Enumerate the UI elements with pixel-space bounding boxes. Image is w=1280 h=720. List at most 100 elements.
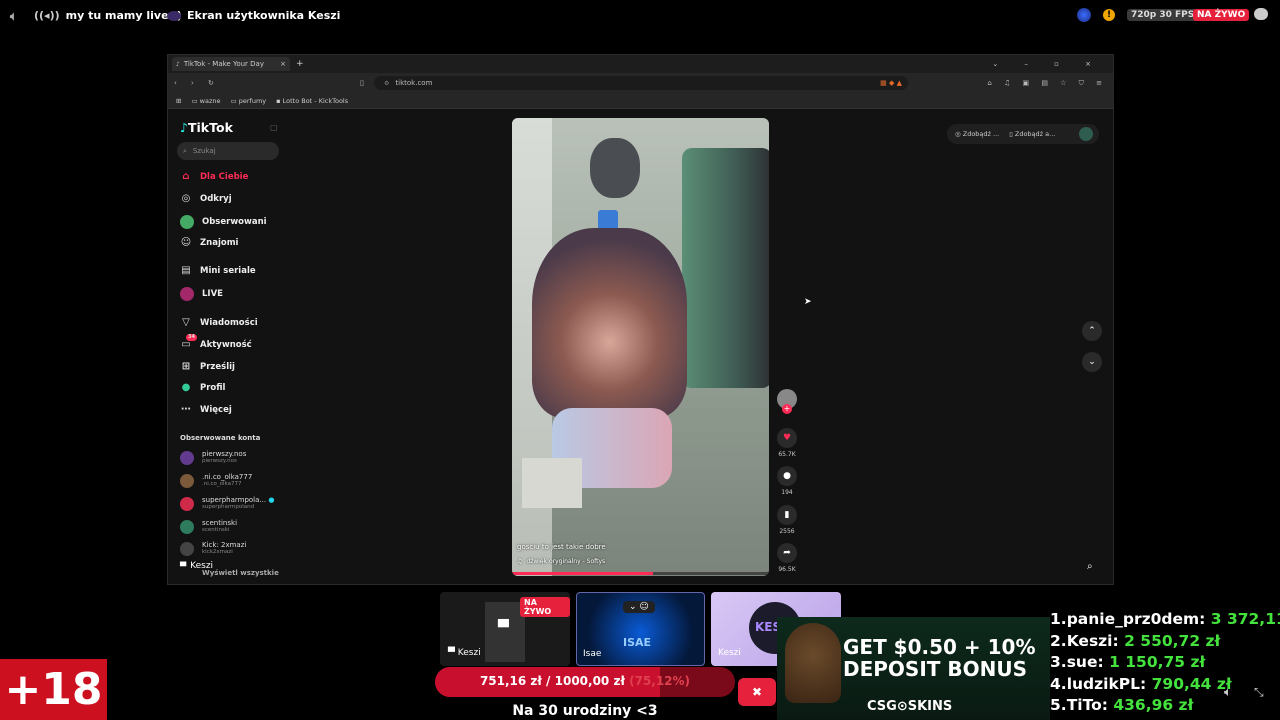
address-field[interactable]: ⚙ tiktok.com ▦ ◆ ▲ bbox=[374, 76, 908, 90]
follow-plus-icon[interactable]: + bbox=[782, 404, 792, 414]
bookmark-folder-2[interactable]: ▭ perfumy bbox=[231, 97, 267, 105]
share-button[interactable]: ➦ 96.5K bbox=[776, 543, 798, 573]
tab-title: TikTok - Make Your Day bbox=[183, 60, 264, 68]
mouse-cursor-icon: ➤ bbox=[804, 297, 812, 307]
video-sound-text: dźwięk oryginalny - Softys bbox=[526, 558, 606, 565]
account-handle: pierwszy.nos bbox=[202, 458, 237, 464]
goal-description: Na 30 urodziny <3 bbox=[512, 703, 658, 719]
followed-account[interactable]: scentinski scentinski bbox=[180, 520, 237, 534]
nav-buttons[interactable]: ‹ › ↻ bbox=[174, 79, 220, 87]
get-coins-button[interactable]: ◎ Zdobądź ... bbox=[955, 130, 999, 138]
bookmark-folder-1[interactable]: ▭ wazne bbox=[191, 97, 220, 105]
shares-count: 96.5K bbox=[778, 566, 796, 573]
comment-icon: ● bbox=[777, 466, 797, 486]
leaderboard-row: 1.panie_prz0dem: 3 372,11 zł bbox=[1050, 610, 1280, 628]
prev-video-button[interactable]: ⌃ bbox=[1082, 321, 1102, 341]
close-tab-icon[interactable]: × bbox=[280, 60, 286, 68]
show-all-link[interactable]: Wyświetl wszystkie bbox=[202, 569, 279, 577]
video-progress-fill bbox=[512, 572, 654, 575]
bookmark-icon: ▮ bbox=[777, 505, 797, 525]
nav-friends[interactable]: ☺ Znajomi bbox=[180, 237, 239, 249]
bookmark-icon[interactable]: ▯ bbox=[360, 79, 364, 87]
donation-goal-bar: 751,16 zł / 1000,00 zł (75,12%) bbox=[435, 667, 735, 697]
apps-icon[interactable]: ⊞ bbox=[176, 97, 181, 105]
nav-activity[interactable]: ▭ 34 Aktywność bbox=[180, 334, 252, 351]
video-progress[interactable] bbox=[512, 572, 769, 575]
account-handle: .ni.co_olka777 bbox=[202, 481, 242, 487]
goal-target: 1000,00 zł bbox=[554, 674, 625, 688]
new-tab-button[interactable]: + bbox=[296, 59, 304, 69]
search-input[interactable]: ⌕ Szukaj bbox=[177, 142, 279, 160]
stream-title-text: my tu mamy live :) bbox=[65, 9, 182, 22]
participant-tile-isae[interactable]: ISAE ⌄ ☺ Isae bbox=[576, 592, 705, 666]
speaker-icon[interactable]: 🔈︎ bbox=[1224, 685, 1232, 700]
next-video-button[interactable]: ⌄ bbox=[1082, 352, 1102, 372]
like-button[interactable]: ♥ 65.7K bbox=[776, 428, 798, 458]
nav-messages[interactable]: ▽ Wiadomości bbox=[180, 317, 258, 329]
home-icon: ⌂ bbox=[182, 171, 190, 182]
nav-explore[interactable]: ◎ Odkryj bbox=[180, 193, 232, 205]
globe-icon bbox=[1077, 8, 1091, 22]
screen-share-icon: ▀ bbox=[498, 620, 509, 636]
tiktok-page: ♪TikTok ▢ ⌕ Szukaj ⌂ Dla Ciebie ◎ Odkryj O… bbox=[168, 110, 1113, 584]
toolbar-icons[interactable]: ⌂ ♫ ▣ ▤ ☆ ⛉ ≡ bbox=[987, 79, 1107, 88]
profile-avatar[interactable] bbox=[1079, 127, 1093, 141]
tile-controls-icon[interactable]: ⌄ ☺ bbox=[623, 601, 655, 613]
save-button[interactable]: ▮ 2556 bbox=[776, 505, 798, 535]
account-handle: superpharmpoland bbox=[202, 504, 255, 510]
get-app-button[interactable]: ▯ Zdobądź a... bbox=[1009, 130, 1055, 138]
account-name: scentinski bbox=[202, 519, 238, 527]
tiktok-logo[interactable]: ♪TikTok bbox=[180, 120, 233, 135]
bookmark-kicktools[interactable]: ▪ Lotto Bot - KickTools bbox=[276, 97, 348, 105]
followed-account[interactable]: superpharmpola... ● superpharmpoland bbox=[180, 497, 274, 511]
nav-upload[interactable]: ⊞ Prześlij bbox=[180, 361, 235, 373]
nav-label: LIVE bbox=[202, 289, 223, 299]
extension-icons[interactable]: ▦ ◆ ▲ bbox=[880, 79, 902, 87]
warning-icon: ! bbox=[1103, 9, 1115, 21]
tile-name: ▀ Keszi bbox=[448, 648, 481, 658]
avatar bbox=[180, 542, 194, 556]
creator-avatar[interactable]: + bbox=[776, 389, 798, 414]
followed-account[interactable]: Kick: 2xmazi kick2xmazi bbox=[180, 542, 246, 556]
send-icon: ▽ bbox=[182, 317, 190, 328]
quality-badge: 720p 30 FPS bbox=[1127, 9, 1199, 21]
nav-more[interactable]: ⋯ Więcej bbox=[180, 404, 232, 416]
nav-for-you[interactable]: ⌂ Dla Ciebie bbox=[180, 171, 248, 183]
nav-profile[interactable]: ● Profil bbox=[180, 382, 226, 394]
nav-label: Profil bbox=[200, 383, 226, 393]
top-actions: ◎ Zdobądź ... ▯ Zdobądź a... bbox=[947, 124, 1099, 144]
chat-icon[interactable] bbox=[1254, 8, 1268, 20]
upload-icon: ⊞ bbox=[181, 361, 191, 372]
nav-mini-series[interactable]: ▤ Mini seriale bbox=[180, 265, 255, 277]
inbox-icon: ▭ 34 bbox=[181, 334, 197, 350]
nav-following[interactable]: Obserwowani bbox=[180, 215, 267, 229]
collapse-sidebar-icon[interactable]: ▢ bbox=[270, 123, 278, 132]
followed-account[interactable]: pierwszy.nos pierwszy.nos bbox=[180, 451, 246, 465]
fullscreen-exit-icon[interactable]: ⤡ bbox=[1254, 685, 1264, 700]
tab-strip: ♪ TikTok - Make Your Day × + ⌄ – ▫ × bbox=[168, 55, 1113, 73]
verified-icon: ● bbox=[268, 496, 275, 504]
participant-tile-keszi[interactable]: ▀ NA ŻYWO ▀ Keszi bbox=[440, 592, 570, 666]
followed-account[interactable]: .ni.co_olka777 .ni.co_olka777 bbox=[180, 474, 252, 488]
goal-text: 751,16 zł / 1000,00 zł (75,12%) bbox=[435, 674, 735, 688]
nav-live[interactable]: LIVE bbox=[180, 287, 223, 301]
following-icon bbox=[180, 215, 194, 229]
nav-label: Dla Ciebie bbox=[200, 172, 249, 182]
sponsor-ad[interactable]: GET $0.50 + 10% DEPOSIT BONUS CSG⊙SKINS bbox=[777, 617, 1050, 720]
volume-icon[interactable]: 🔈︎ bbox=[10, 9, 17, 24]
video-head bbox=[590, 138, 640, 198]
leaderboard-row: 4.ludzikPL: 790,44 zł bbox=[1050, 675, 1232, 693]
video-shelf bbox=[522, 458, 582, 508]
video-player[interactable]: gosciu to jest takie dobre ♫ dźwięk orygi… bbox=[512, 118, 769, 576]
screen-share-label: Ekran użytkownika Keszi bbox=[167, 9, 340, 22]
friends-icon: ☺ bbox=[180, 237, 192, 248]
leave-call-button[interactable]: ✖ bbox=[738, 678, 776, 706]
age-restriction-badge: +18 bbox=[0, 659, 107, 720]
window-controls[interactable]: ⌄ – ▫ × bbox=[992, 60, 1103, 68]
comment-button[interactable]: ● 194 bbox=[776, 466, 798, 496]
tile-name: Keszi bbox=[718, 648, 741, 658]
video-sound[interactable]: ♫ dźwięk oryginalny - Softys bbox=[517, 558, 605, 565]
browser-tab[interactable]: ♪ TikTok - Make Your Day × bbox=[172, 57, 290, 71]
zoom-icon[interactable]: ⌕ bbox=[1087, 561, 1093, 572]
search-icon: ⌕ bbox=[183, 146, 187, 155]
